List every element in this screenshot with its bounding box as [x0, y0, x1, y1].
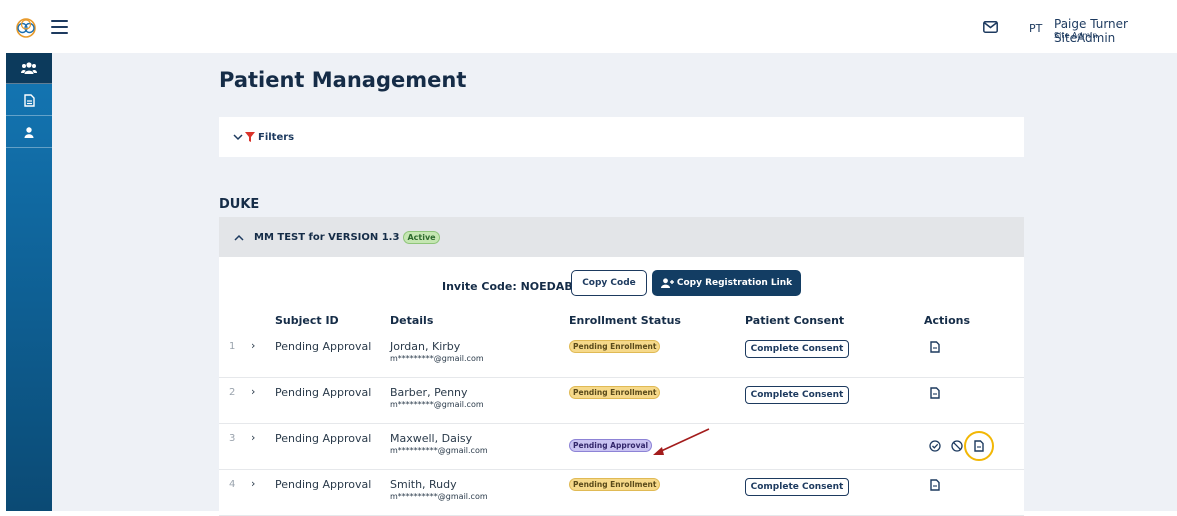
study-name: MM TEST for VERSION 1.3 — [254, 231, 400, 243]
patient-table: Invite Code: NOEDAB Copy Code Copy Regis… — [219, 257, 1024, 516]
status-badge: Active — [403, 230, 440, 244]
top-bar: PT Paige Turner SiteAdmin Site Admin — [0, 0, 1177, 53]
column-patient-consent: Patient Consent — [745, 314, 845, 327]
deny-icon[interactable] — [951, 440, 963, 452]
document-icon[interactable] — [929, 479, 941, 491]
complete-consent-button[interactable]: Complete Consent — [745, 478, 849, 496]
page-title: Patient Management — [219, 68, 467, 92]
subject-id: Pending Approval — [275, 432, 372, 445]
annotation-arrow — [653, 428, 710, 455]
patient-name: Smith, Rudy — [390, 478, 457, 491]
study-header[interactable]: MM TEST for VERSION 1.3 Active — [219, 217, 1024, 257]
approve-icon[interactable] — [929, 440, 941, 452]
enrollment-status-badge: Pending Approval — [569, 439, 653, 452]
patient-name: Barber, Penny — [390, 386, 468, 399]
sidebar-item-documents[interactable] — [6, 85, 52, 116]
patient-name: Maxwell, Daisy — [390, 432, 473, 445]
document-icon[interactable] — [973, 440, 985, 452]
table-row: 3 › Pending Approval Maxwell, Daisy m***… — [219, 424, 1024, 470]
subject-id: Pending Approval — [275, 340, 372, 353]
user-avatar[interactable]: PT — [1029, 22, 1042, 35]
complete-consent-button[interactable]: Complete Consent — [745, 386, 849, 404]
main-content: Patient Management Filters DUKE MM TEST … — [52, 53, 1177, 516]
organization-name: DUKE — [219, 197, 260, 212]
table-row: 1 › Pending Approval Jordan, Kirby m****… — [219, 332, 1024, 378]
subject-id: Pending Approval — [275, 386, 372, 399]
row-number: 4 — [229, 479, 236, 490]
invite-code: Invite Code: NOEDAB — [442, 280, 573, 293]
filters-label: Filters — [258, 131, 295, 143]
copy-code-button[interactable]: Copy Code — [571, 270, 647, 296]
chevron-up-icon[interactable] — [234, 234, 244, 241]
person-icon — [24, 126, 34, 138]
patient-email: m**********@gmail.com — [390, 492, 488, 501]
patient-name: Jordan, Kirby — [390, 340, 461, 353]
expand-row-icon[interactable]: › — [251, 339, 255, 352]
column-details: Details — [390, 314, 434, 327]
document-icon[interactable] — [929, 341, 941, 353]
patient-email: m*********@gmail.com — [390, 354, 484, 363]
sidebar-item-profile[interactable] — [6, 117, 52, 148]
users-icon — [21, 62, 37, 74]
mail-icon[interactable] — [983, 21, 998, 33]
complete-consent-button[interactable]: Complete Consent — [745, 340, 849, 358]
app-logo[interactable] — [15, 17, 37, 39]
filters-toggle[interactable]: Filters — [219, 117, 1024, 157]
enrollment-status-badge: Pending Enrollment — [569, 340, 661, 353]
add-user-icon — [660, 278, 674, 288]
sidebar-item-patients[interactable] — [6, 53, 52, 84]
expand-row-icon[interactable]: › — [251, 385, 255, 398]
document-icon — [23, 93, 35, 107]
sidebar — [6, 53, 52, 511]
filter-icon — [245, 132, 255, 142]
table-row: 2 › Pending Approval Barber, Penny m****… — [219, 378, 1024, 424]
table-row: 4 › Pending Approval Smith, Rudy m******… — [219, 470, 1024, 516]
subject-id: Pending Approval — [275, 478, 372, 491]
expand-row-icon[interactable]: › — [251, 477, 255, 490]
column-enrollment-status: Enrollment Status — [569, 314, 681, 327]
user-role: Site Admin — [1054, 31, 1098, 40]
enrollment-status-badge: Pending Enrollment — [569, 386, 661, 399]
document-icon[interactable] — [929, 387, 941, 399]
menu-toggle-icon[interactable] — [51, 20, 68, 34]
expand-row-icon[interactable]: › — [251, 431, 255, 444]
copy-registration-link-button[interactable]: Copy Registration Link — [652, 270, 801, 296]
copy-registration-link-label: Copy Registration Link — [676, 278, 793, 288]
row-number: 1 — [229, 341, 236, 352]
chevron-down-icon — [233, 133, 243, 140]
row-number: 2 — [229, 387, 236, 398]
column-subject-id: Subject ID — [275, 314, 339, 327]
enrollment-status-badge: Pending Enrollment — [569, 478, 661, 491]
patient-email: m*********@gmail.com — [390, 400, 484, 409]
patient-email: m**********@gmail.com — [390, 446, 488, 455]
row-number: 3 — [229, 433, 236, 444]
column-actions: Actions — [924, 314, 970, 327]
